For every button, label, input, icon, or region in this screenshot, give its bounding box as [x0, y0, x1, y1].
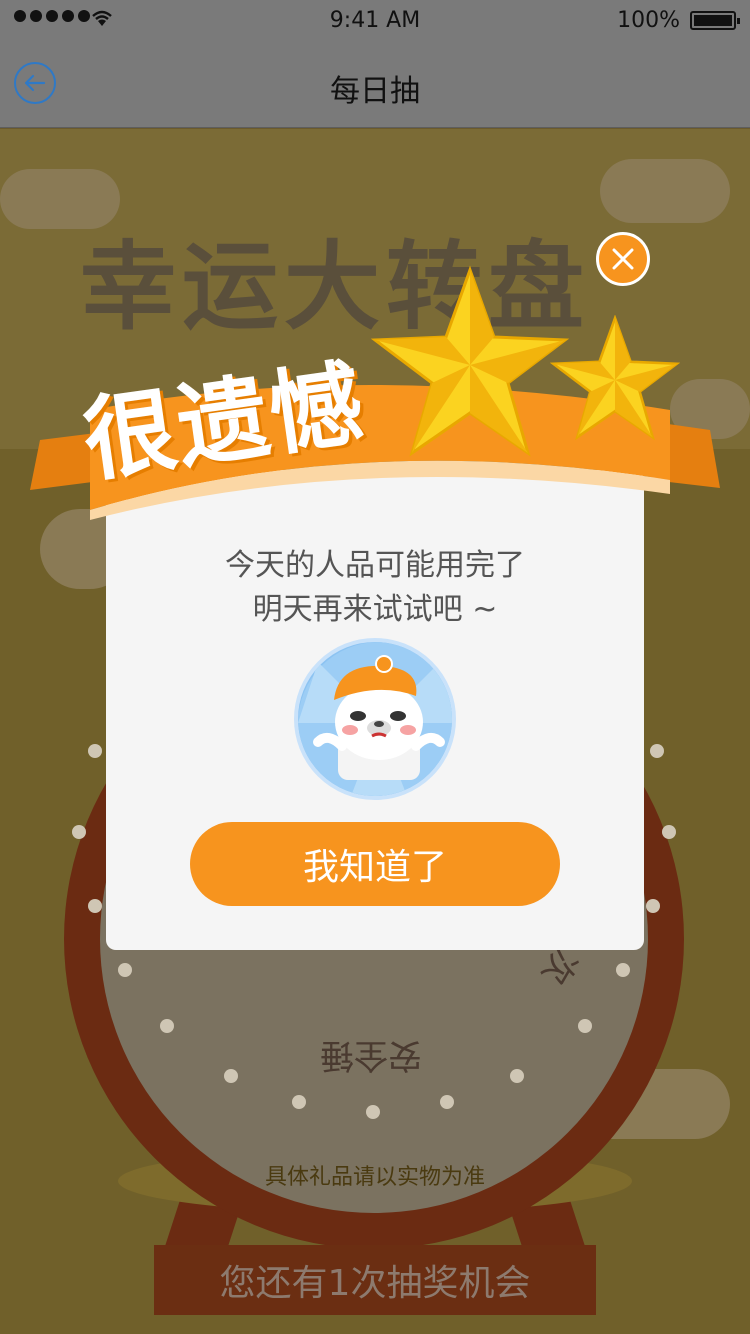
chance-banner: 您还有1次抽奖机会 [154, 1245, 596, 1315]
battery-icon [690, 11, 740, 30]
wheel-light [440, 1095, 454, 1109]
dialog-message-line2: 明天再来试试吧 ~ [252, 592, 498, 627]
close-icon [612, 248, 634, 270]
page-title: 每日抽 [330, 74, 420, 109]
star-icon [370, 265, 570, 457]
nav-bar: 每日抽 [0, 40, 750, 128]
wheel-light [650, 744, 664, 758]
wheel-light [72, 825, 86, 839]
battery-percent: 100% [617, 8, 680, 33]
close-button[interactable] [596, 232, 650, 286]
star-icon [550, 315, 680, 441]
acknowledge-button[interactable]: 我知道了 [190, 822, 560, 906]
wheel-prize-label: 安全锤 [320, 1035, 422, 1075]
wheel-light [160, 1019, 174, 1033]
wheel-light [616, 963, 630, 977]
wheel-light [292, 1095, 306, 1109]
wheel-light [510, 1069, 524, 1083]
wheel-light [366, 1105, 380, 1119]
dialog-message-line1: 今天的人品可能用完了 [225, 548, 525, 583]
remaining-chances-text: 您还有1次抽奖机会 [219, 1263, 531, 1304]
wheel-light [662, 825, 676, 839]
result-dialog: 今天的人品可能用完了 明天再来试试吧 ~ 我知道了 [106, 470, 644, 950]
wheel-light [88, 744, 102, 758]
cloud [600, 159, 730, 223]
wheel-light [224, 1069, 238, 1083]
wheel-light [578, 1019, 592, 1033]
wheel-light [88, 899, 102, 913]
wheel-light [646, 899, 660, 913]
wheel-light [118, 963, 132, 977]
sad-mascot-icon [294, 638, 456, 800]
prize-disclaimer: 具体礼品请以实物为准 [264, 1165, 485, 1190]
status-bar: 9:41 AM 100% [0, 0, 750, 40]
